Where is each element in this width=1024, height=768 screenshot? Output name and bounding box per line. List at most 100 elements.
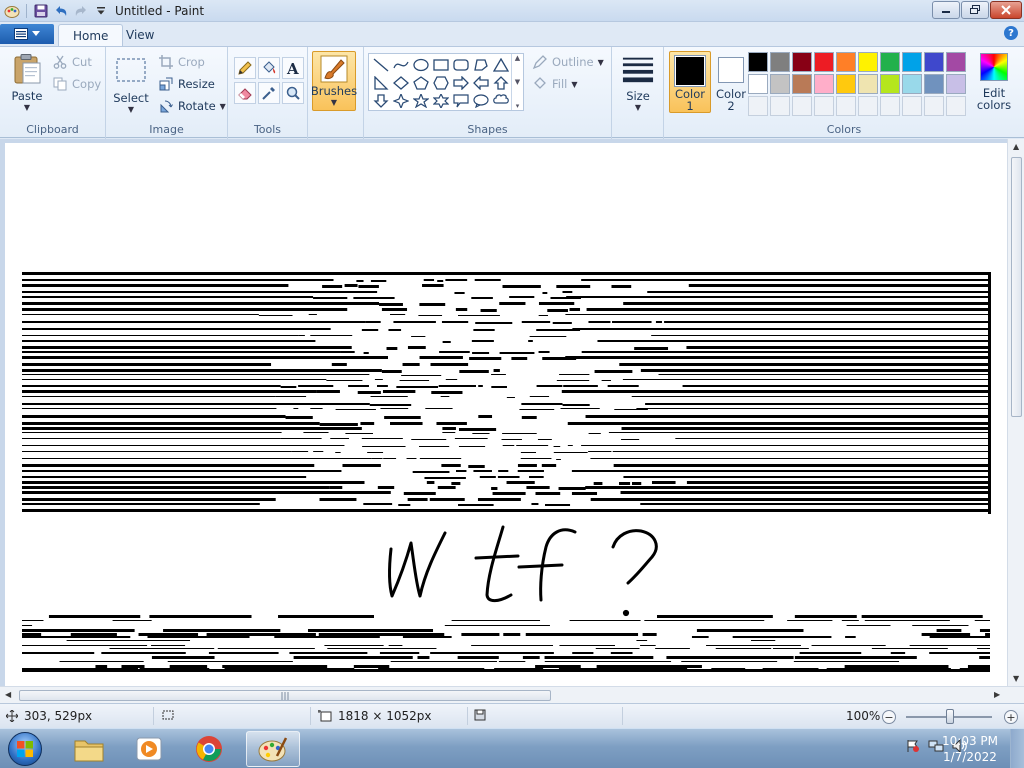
restore-button[interactable]	[961, 1, 989, 19]
customize-toolbar-icon[interactable]	[93, 3, 109, 19]
palette-swatch[interactable]	[858, 74, 878, 94]
magnifier-icon[interactable]	[282, 82, 304, 104]
more-shapes-icon[interactable]: ▾	[516, 102, 520, 110]
action-center-flag-icon[interactable]	[906, 739, 920, 753]
color-picker-icon[interactable]	[258, 82, 280, 104]
palette-swatch[interactable]	[880, 74, 900, 94]
palette-custom-slot[interactable]	[902, 96, 922, 116]
chevron-up-icon[interactable]: ▲	[515, 54, 520, 62]
undo-icon[interactable]	[53, 3, 69, 19]
resize-button[interactable]: Resize	[158, 74, 215, 94]
palette-swatch[interactable]	[770, 52, 790, 72]
paint-app-icon[interactable]	[4, 3, 20, 19]
palette-swatch[interactable]	[902, 74, 922, 94]
select-button[interactable]: Select ▼	[112, 55, 150, 114]
zoom-out-button[interactable]: −	[882, 710, 896, 724]
rotate-button[interactable]: Rotate ▼	[158, 96, 226, 116]
minimize-button[interactable]	[932, 1, 960, 19]
palette-custom-slot[interactable]	[792, 96, 812, 116]
zoom-slider-thumb[interactable]	[946, 709, 954, 724]
palette-swatch[interactable]	[902, 52, 922, 72]
cut-button[interactable]: Cut	[52, 52, 92, 72]
scroll-down-icon[interactable]: ▼	[1013, 674, 1019, 683]
file-explorer-taskbar-button[interactable]	[62, 731, 116, 767]
chevron-down-icon[interactable]: ▼	[515, 78, 520, 86]
size-button[interactable]: Size ▼	[619, 53, 657, 112]
diamond-shape-icon[interactable]	[391, 74, 411, 92]
vertical-scrollbar[interactable]: ▲ ▼	[1007, 139, 1024, 686]
start-button[interactable]	[4, 730, 46, 768]
five-point-star-shape-icon[interactable]	[411, 92, 431, 110]
paint-menu-button[interactable]	[0, 24, 54, 44]
media-player-taskbar-button[interactable]	[122, 731, 176, 767]
cloud-callout-shape-icon[interactable]	[491, 92, 511, 110]
horizontal-scroll-thumb[interactable]	[19, 690, 551, 701]
palette-swatch[interactable]	[770, 74, 790, 94]
close-button[interactable]	[990, 1, 1022, 19]
oval-shape-icon[interactable]	[411, 56, 431, 74]
palette-swatch[interactable]	[946, 74, 966, 94]
right-triangle-shape-icon[interactable]	[371, 74, 391, 92]
help-icon[interactable]: ?	[1004, 26, 1018, 40]
color-2-button[interactable]: Color 2	[714, 54, 748, 114]
palette-custom-slot[interactable]	[836, 96, 856, 116]
horizontal-scrollbar[interactable]: ◀ ▶	[0, 686, 1024, 703]
right-arrow-shape-icon[interactable]	[451, 74, 471, 92]
palette-swatch[interactable]	[814, 52, 834, 72]
brushes-button[interactable]: Brushes ▼	[311, 51, 357, 111]
rounded-rectangle-shape-icon[interactable]	[451, 56, 471, 74]
paste-button[interactable]: Paste ▼	[8, 53, 46, 112]
four-point-star-shape-icon[interactable]	[391, 92, 411, 110]
eraser-icon[interactable]	[234, 82, 256, 104]
outline-button[interactable]: Outline ▼	[532, 52, 604, 72]
palette-swatch[interactable]	[924, 74, 944, 94]
up-arrow-shape-icon[interactable]	[491, 74, 511, 92]
palette-custom-slot[interactable]	[770, 96, 790, 116]
pentagon-shape-icon[interactable]	[411, 74, 431, 92]
triangle-shape-icon[interactable]	[491, 56, 511, 74]
scroll-right-icon[interactable]: ▶	[994, 690, 1000, 699]
save-icon[interactable]	[33, 3, 49, 19]
polygon-shape-icon[interactable]	[471, 56, 491, 74]
fill-bucket-icon[interactable]	[258, 57, 280, 79]
palette-swatch[interactable]	[748, 52, 768, 72]
tab-view[interactable]: View	[112, 24, 168, 46]
palette-custom-slot[interactable]	[858, 96, 878, 116]
scroll-left-icon[interactable]: ◀	[5, 690, 11, 699]
clock[interactable]: 10:03 PM 1/7/2022	[942, 733, 998, 765]
palette-swatch[interactable]	[814, 74, 834, 94]
color-1-button[interactable]: Color 1	[669, 51, 711, 113]
drawing-canvas[interactable]	[5, 143, 1008, 686]
palette-swatch[interactable]	[836, 52, 856, 72]
zoom-in-button[interactable]: +	[1004, 710, 1018, 724]
crop-button[interactable]: Crop	[158, 52, 205, 72]
oval-callout-shape-icon[interactable]	[471, 92, 491, 110]
palette-swatch[interactable]	[792, 52, 812, 72]
rectangle-callout-shape-icon[interactable]	[451, 92, 471, 110]
palette-swatch[interactable]	[880, 52, 900, 72]
palette-custom-slot[interactable]	[880, 96, 900, 116]
palette-swatch[interactable]	[858, 52, 878, 72]
line-shape-icon[interactable]	[371, 56, 391, 74]
six-point-star-shape-icon[interactable]	[431, 92, 451, 110]
vertical-scroll-thumb[interactable]	[1011, 157, 1022, 417]
rectangle-shape-icon[interactable]	[431, 56, 451, 74]
copy-button[interactable]: Copy	[52, 74, 101, 94]
palette-custom-slot[interactable]	[814, 96, 834, 116]
hexagon-shape-icon[interactable]	[431, 74, 451, 92]
palette-swatch[interactable]	[924, 52, 944, 72]
palette-swatch[interactable]	[946, 52, 966, 72]
chrome-taskbar-button[interactable]	[182, 731, 236, 767]
edit-colors-button[interactable]: Edit colors	[976, 53, 1012, 115]
show-desktop-button[interactable]	[1010, 729, 1024, 768]
palette-swatch[interactable]	[748, 74, 768, 94]
down-arrow-shape-icon[interactable]	[371, 92, 391, 110]
palette-custom-slot[interactable]	[924, 96, 944, 116]
palette-custom-slot[interactable]	[748, 96, 768, 116]
pencil-icon[interactable]	[234, 57, 256, 79]
palette-swatch[interactable]	[792, 74, 812, 94]
scroll-up-icon[interactable]: ▲	[1013, 142, 1019, 151]
left-arrow-shape-icon[interactable]	[471, 74, 491, 92]
paint-taskbar-button[interactable]	[246, 731, 300, 767]
shapes-scrollbar[interactable]: ▲ ▼ ▾	[511, 54, 523, 110]
